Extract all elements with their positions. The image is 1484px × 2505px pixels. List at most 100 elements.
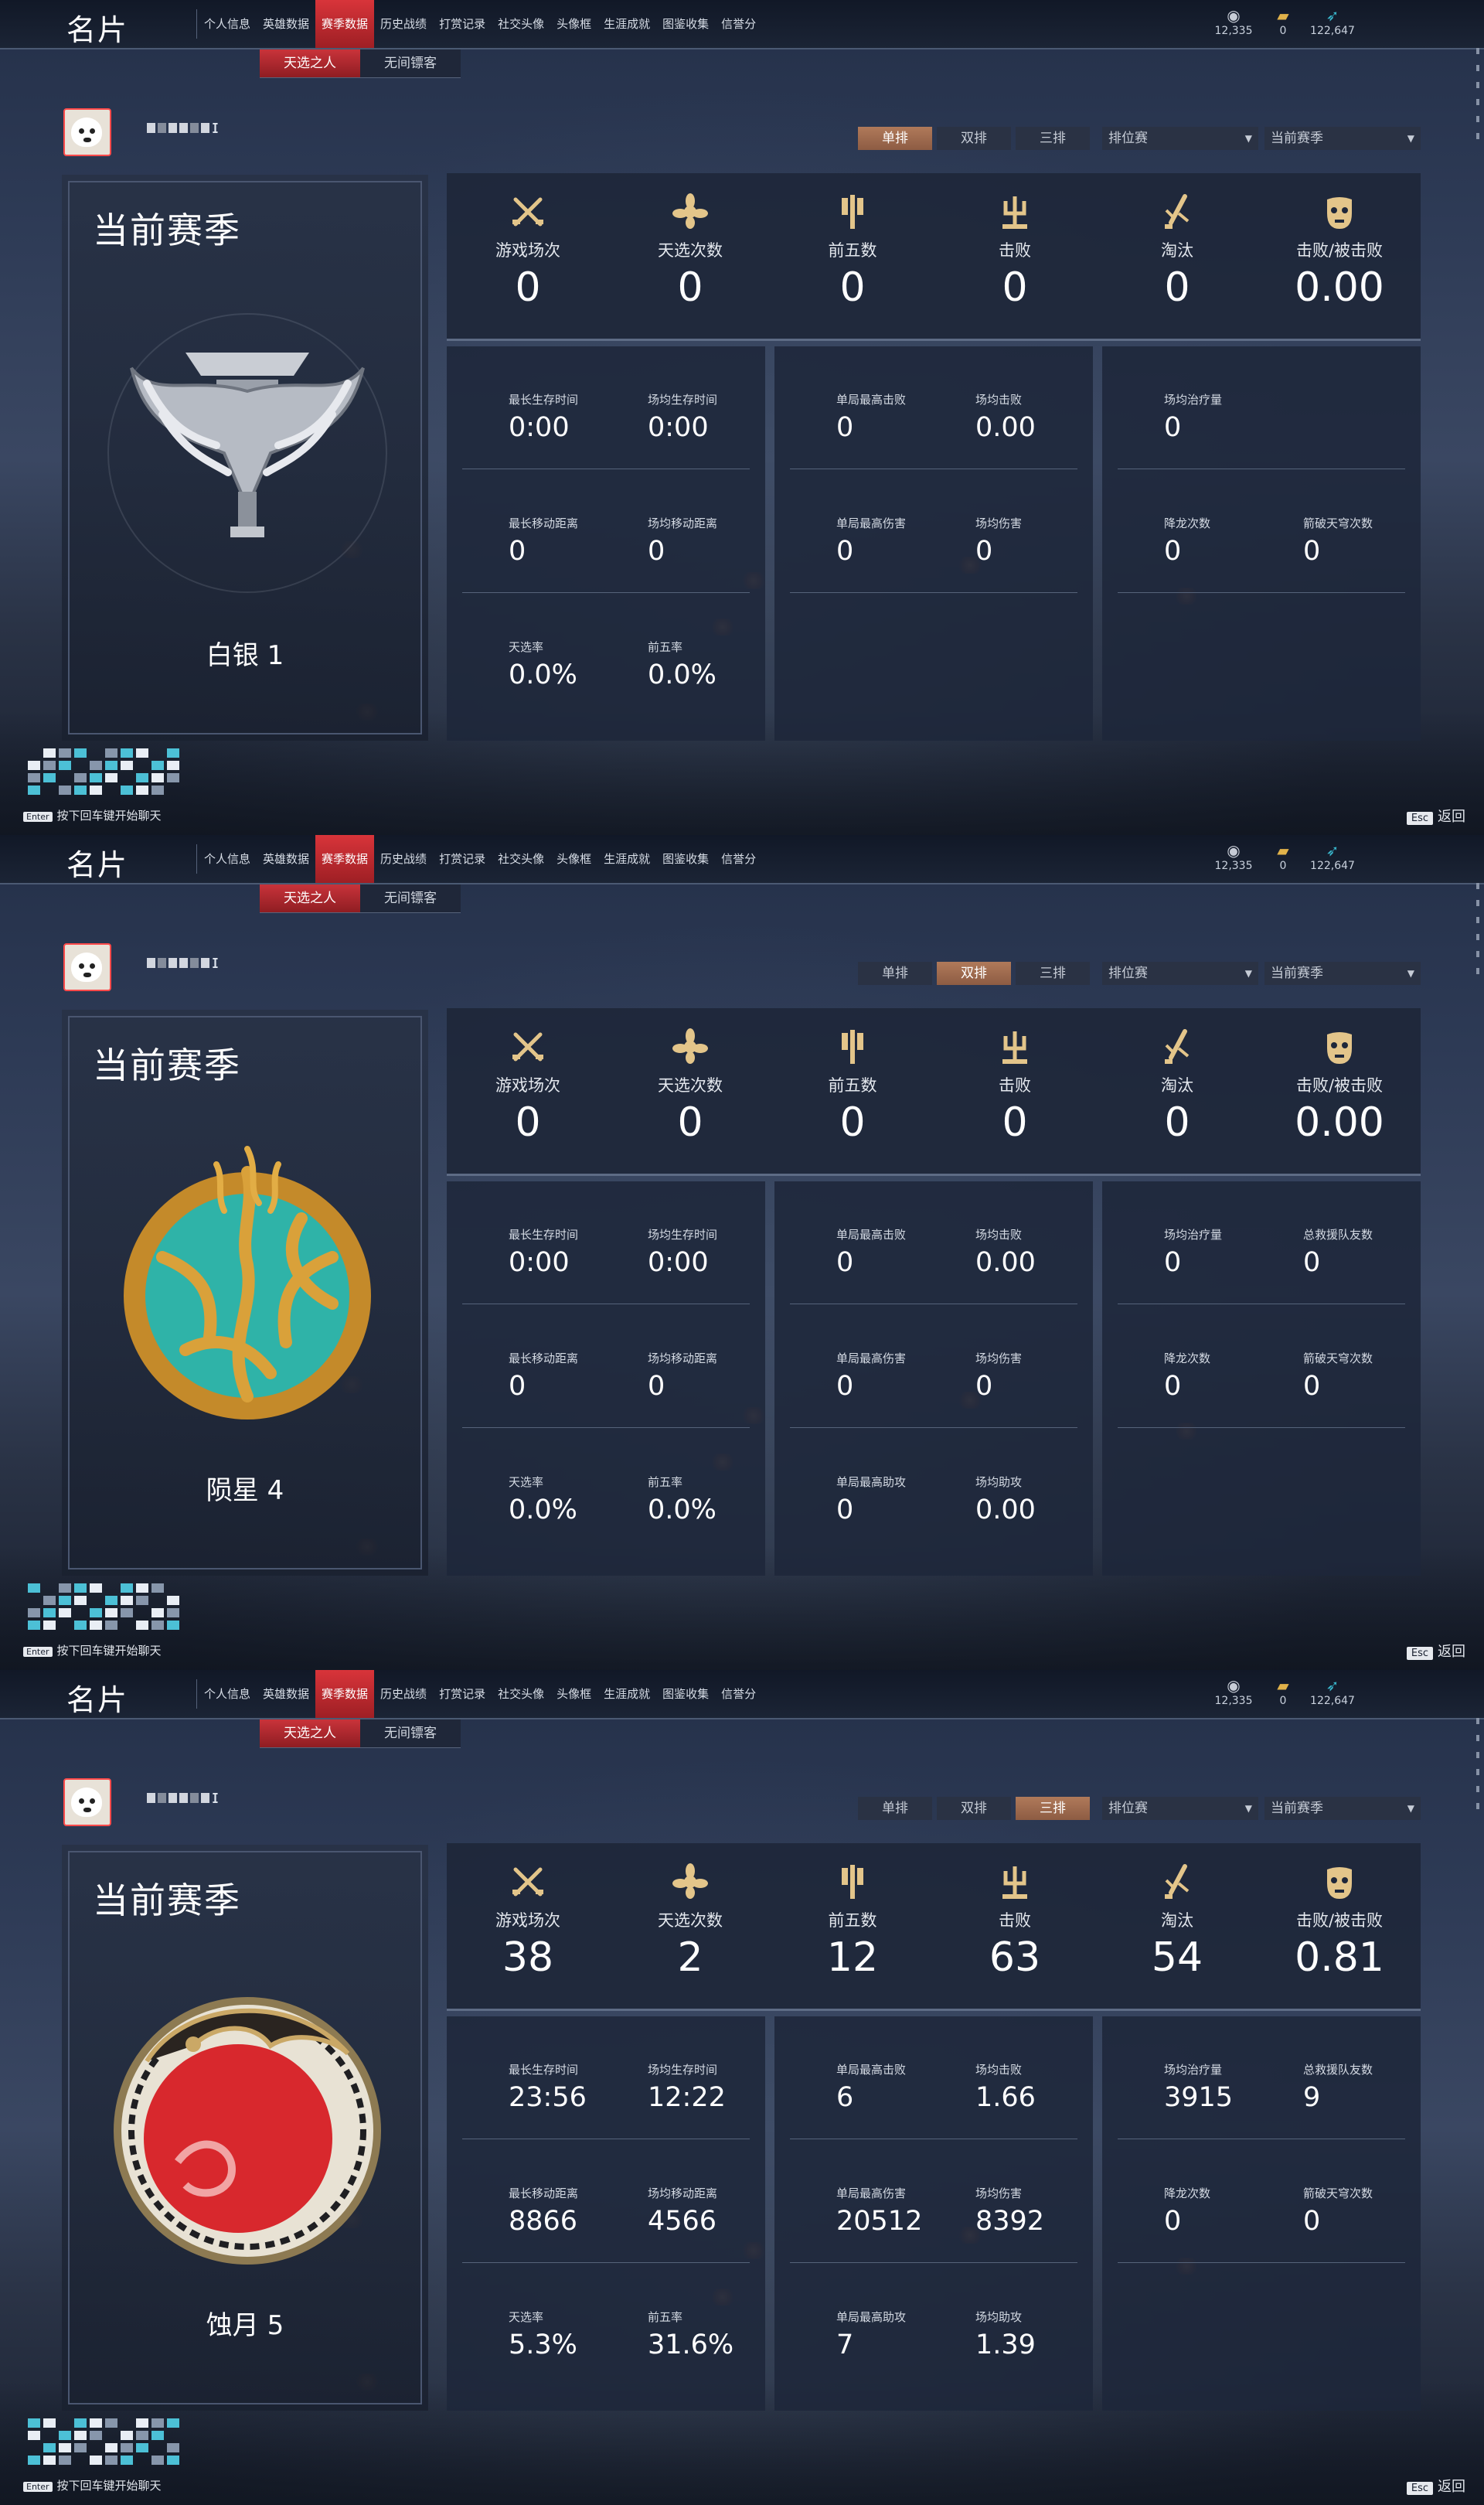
subtab[interactable]: 无间镖客	[360, 1719, 461, 1748]
season-dropdown[interactable]: 当前赛季 ▼	[1264, 127, 1421, 150]
nav-item[interactable]: 头像框	[550, 0, 597, 48]
stat-cell-value: 1.66	[975, 2082, 1036, 2113]
avatar-nose	[83, 1808, 91, 1812]
esc-back-button[interactable]: Esc 返回	[1406, 806, 1465, 826]
summary-stat: 淘汰 0	[1096, 1025, 1258, 1146]
scrollbar[interactable]	[1476, 1718, 1481, 1888]
nav-item[interactable]: 个人信息	[198, 835, 257, 883]
nav-item[interactable]: 生涯成就	[597, 0, 656, 48]
stat-cell-value: 0	[648, 536, 665, 567]
nav-item[interactable]: 英雄数据	[257, 0, 315, 48]
season-card-frame: 当前赛季 白银 1	[68, 181, 422, 734]
scroll-indicator	[1476, 99, 1479, 105]
stat-cell-value: 0	[1303, 536, 1321, 567]
row-divider	[1118, 592, 1405, 593]
esc-key-badge: Esc	[1406, 2482, 1433, 2495]
nav-item[interactable]: 信誉分	[715, 835, 762, 883]
currency-value: 122,647	[1310, 1695, 1355, 1707]
mosaic-block	[201, 1793, 209, 1803]
mosaic-block	[28, 2456, 40, 2465]
mode-tab[interactable]: 三排	[1016, 1797, 1090, 1820]
nav-item[interactable]: 历史战绩	[374, 0, 433, 48]
subtab[interactable]: 无间镖客	[360, 49, 461, 78]
scrollbar[interactable]	[1476, 48, 1481, 218]
nav-item[interactable]: 社交头像	[492, 1670, 550, 1718]
nav-item[interactable]: 信誉分	[715, 1670, 762, 1718]
nav-item[interactable]: 赛季数据	[315, 0, 375, 48]
subtab[interactable]: 无间镖客	[360, 884, 461, 913]
mode-tab[interactable]: 双排	[937, 1797, 1011, 1820]
stat-cell-label: 单局最高助攻	[836, 1475, 907, 1489]
stat-cell: 降龙次数 0	[1164, 515, 1210, 567]
scrollbar[interactable]	[1476, 883, 1481, 1053]
mode-tab[interactable]: 单排	[858, 127, 932, 150]
avatar[interactable]	[63, 1778, 111, 1826]
nav-item[interactable]: 英雄数据	[257, 835, 315, 883]
mode-tab[interactable]: 双排	[937, 127, 1011, 150]
nav-item[interactable]: 生涯成就	[597, 835, 656, 883]
season-dropdown[interactable]: 当前赛季 ▼	[1264, 962, 1421, 985]
nav-item[interactable]: 个人信息	[198, 0, 257, 48]
mode-tab[interactable]: 双排	[937, 962, 1011, 985]
nav-item[interactable]: 头像框	[550, 1670, 597, 1718]
mode-tab[interactable]: 三排	[1016, 962, 1090, 985]
stat-cell-label: 降龙次数	[1164, 2186, 1211, 2200]
stat-cell-label: 最长生存时间	[509, 393, 579, 407]
nav-item[interactable]: 社交头像	[492, 0, 550, 48]
mosaic-block	[179, 1793, 188, 1803]
nav-item[interactable]: 打赏记录	[433, 0, 492, 48]
match-type-dropdown[interactable]: 排位赛 ▼	[1102, 1797, 1258, 1820]
esc-back-button[interactable]: Esc 返回	[1406, 2476, 1465, 2496]
stat-value: 54	[1151, 1934, 1203, 1981]
match-type-dropdown[interactable]: 排位赛 ▼	[1102, 127, 1258, 150]
mask-icon	[1327, 1032, 1352, 1064]
stat-cell-value: 0.0%	[509, 1494, 577, 1525]
scroll-indicator	[1476, 917, 1479, 923]
stat-cell: 单局最高伤害 20512	[836, 2185, 922, 2237]
nav-divider	[196, 1679, 197, 1709]
nav-item[interactable]: 信誉分	[715, 0, 762, 48]
stat-cell-value: 23:56	[509, 2082, 587, 2113]
match-type-dropdown[interactable]: 排位赛 ▼	[1102, 962, 1258, 985]
nav-item[interactable]: 图鉴收集	[656, 1670, 715, 1718]
currency-value: 0	[1279, 860, 1287, 872]
sub-tabs: 天选之人 无间镖客	[260, 1719, 461, 1748]
nav-item[interactable]: 个人信息	[198, 1670, 257, 1718]
nav-item[interactable]: 图鉴收集	[656, 835, 715, 883]
nav-item[interactable]: 社交头像	[492, 835, 550, 883]
row-divider	[1118, 1427, 1405, 1428]
nav-divider	[196, 9, 197, 39]
nav-item[interactable]: 头像框	[550, 835, 597, 883]
stat-cell-label: 箭破天穹次数	[1303, 2186, 1373, 2200]
nav-item[interactable]: 英雄数据	[257, 1670, 315, 1718]
mode-tab[interactable]: 单排	[858, 1797, 932, 1820]
nav-item[interactable]: 赛季数据	[315, 1670, 375, 1718]
stat-cell-value: 20512	[836, 2206, 923, 2237]
esc-back-button[interactable]: Esc 返回	[1406, 1641, 1465, 1661]
avatar[interactable]	[63, 108, 111, 156]
row-divider	[790, 1427, 1077, 1428]
subtab[interactable]: 天选之人	[260, 49, 360, 78]
avatar[interactable]	[63, 943, 111, 991]
mosaic-block	[136, 1583, 148, 1593]
nav-item[interactable]: 打赏记录	[433, 835, 492, 883]
chat-hint: Enter 按下回车键开始聊天	[23, 807, 162, 823]
season-card-frame: 当前赛季 陨星 4	[68, 1016, 422, 1569]
nav-item[interactable]: 图鉴收集	[656, 0, 715, 48]
nav-item[interactable]: 历史战绩	[374, 1670, 433, 1718]
meteor-rank-emblem-icon	[124, 1146, 371, 1420]
scroll-indicator	[1476, 1803, 1479, 1809]
broken-sword-icon	[1165, 1864, 1190, 1899]
mode-tab[interactable]: 三排	[1016, 127, 1090, 150]
stat-cell-value: 0.0%	[648, 1494, 716, 1525]
nav-item[interactable]: 打赏记录	[433, 1670, 492, 1718]
nav-item[interactable]: 历史战绩	[374, 835, 433, 883]
season-dropdown[interactable]: 当前赛季 ▼	[1264, 1797, 1421, 1820]
row-divider	[462, 2262, 750, 2263]
subtab[interactable]: 天选之人	[260, 884, 360, 913]
subtab[interactable]: 天选之人	[260, 1719, 360, 1748]
nav-item[interactable]: 生涯成就	[597, 1670, 656, 1718]
mosaic-block	[90, 1608, 102, 1617]
nav-item[interactable]: 赛季数据	[315, 835, 375, 883]
mode-tab[interactable]: 单排	[858, 962, 932, 985]
